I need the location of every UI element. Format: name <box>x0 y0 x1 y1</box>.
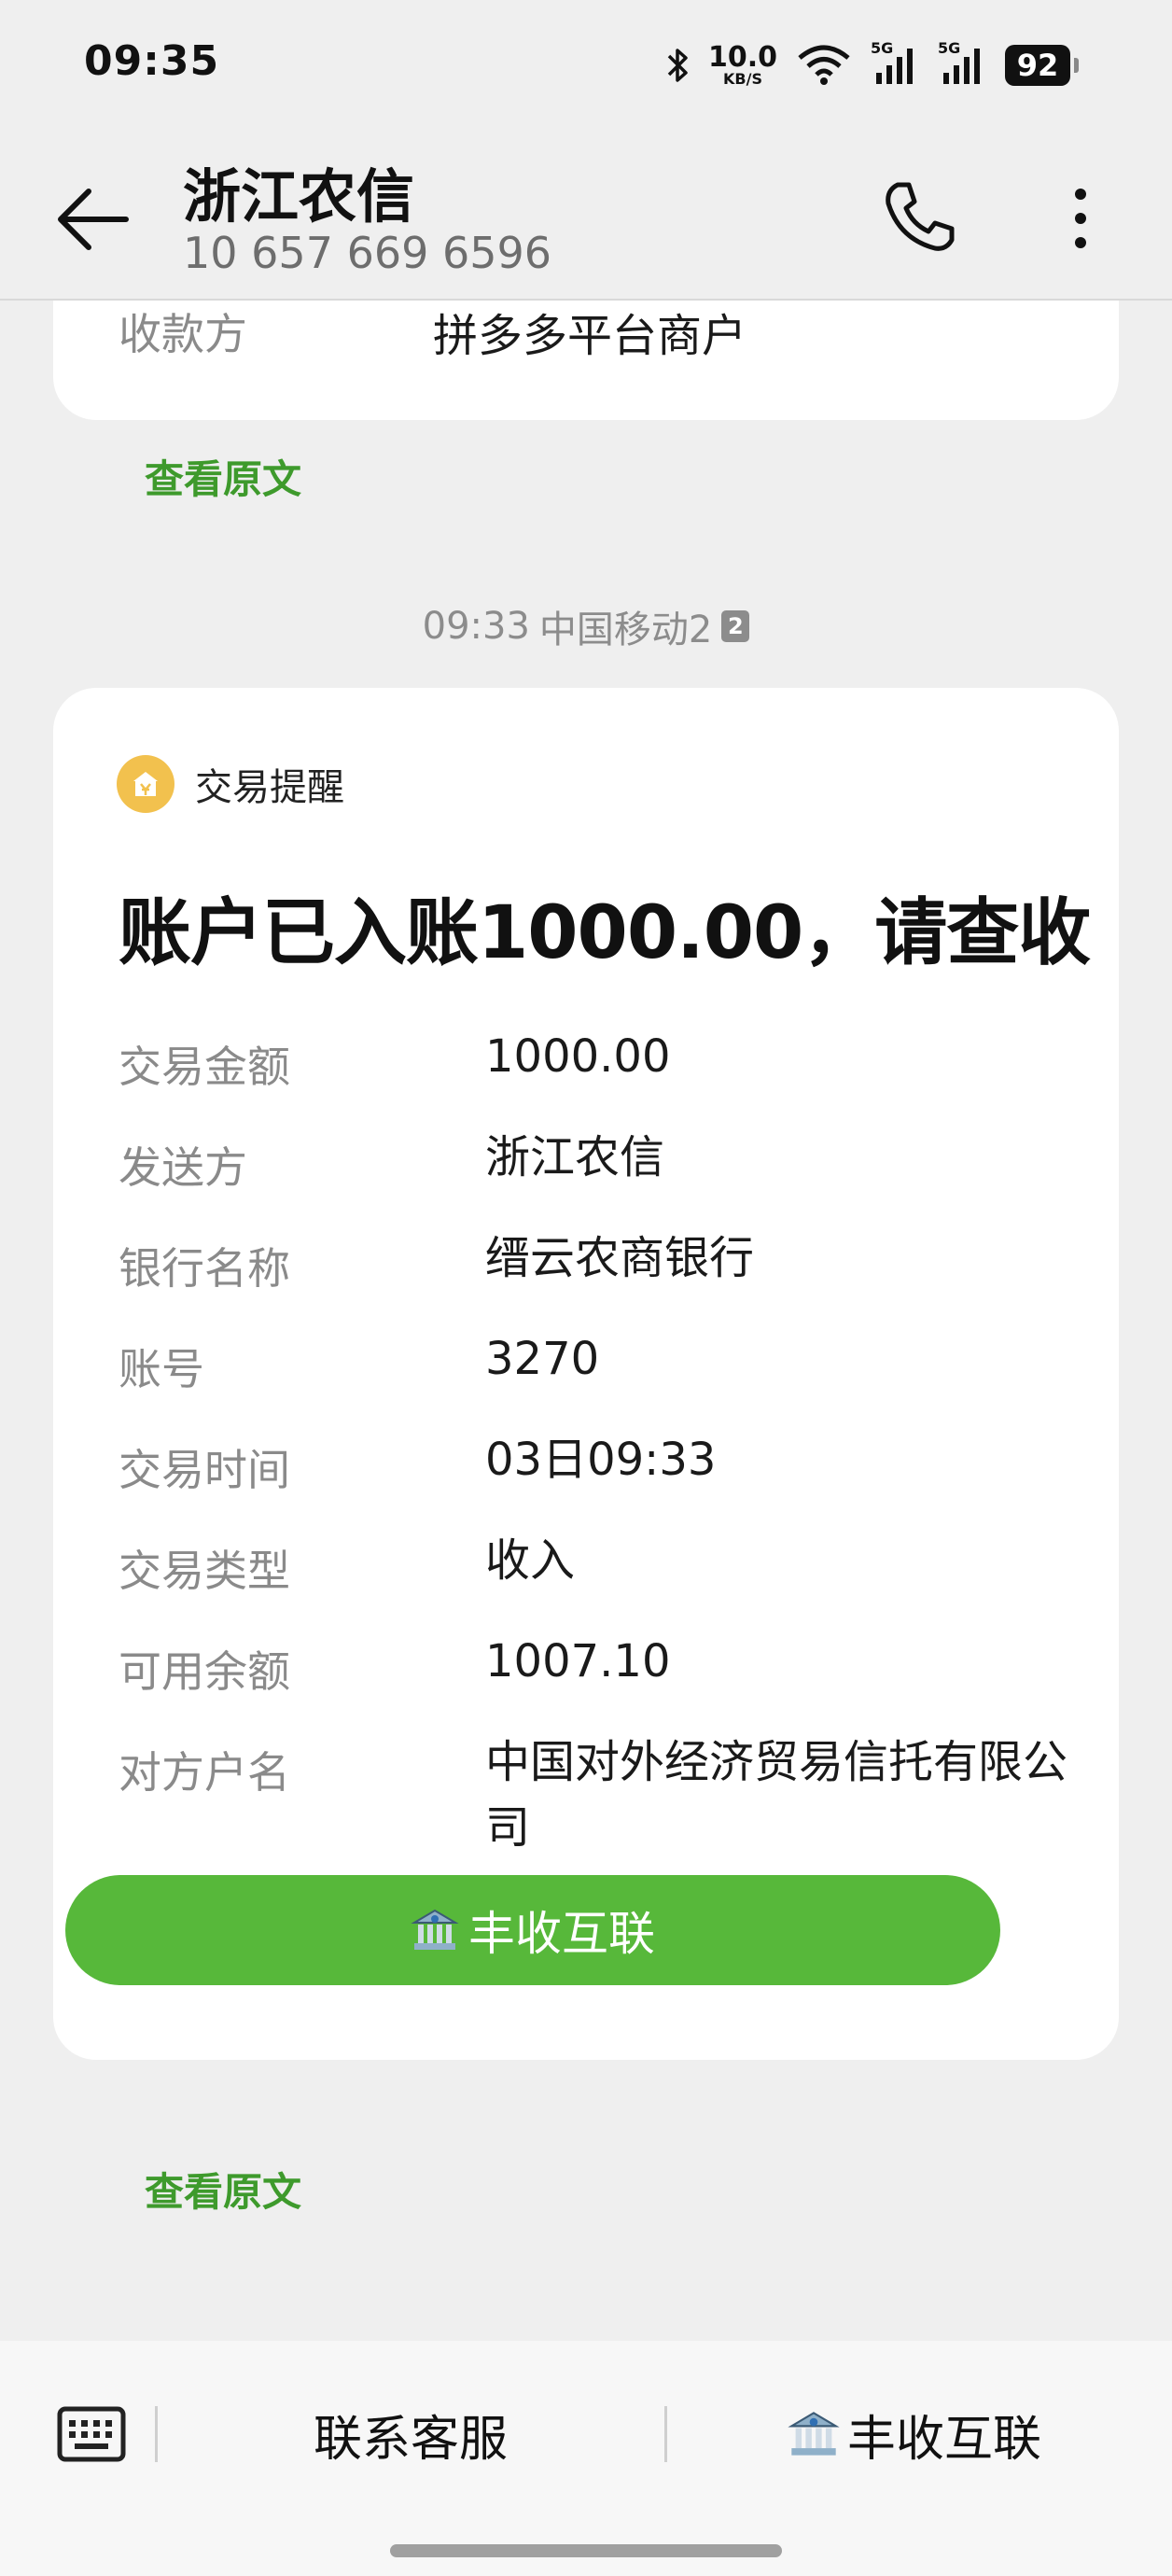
detail-value: 缙云农商银行 <box>485 1232 755 1284</box>
timestamp-carrier: 中国移动2 <box>538 609 713 651</box>
detail-row: 对方户名 中国对外经济贸易信托有限公司 <box>119 1736 1067 1888</box>
network-speed: 10.0 KB/S <box>707 41 777 88</box>
fengshou-action-button[interactable]: 丰收互联 <box>65 1875 1000 1985</box>
signal-2: 5G <box>938 39 986 86</box>
detail-value: 1007.10 <box>485 1635 671 1687</box>
previous-message-card[interactable]: 收款方 拼多多平台商户 <box>53 301 1119 420</box>
detail-row: 交易金额 1000.00 <box>119 1030 1061 1134</box>
detail-row: 发送方 浙江农信 <box>119 1131 1061 1235</box>
contact-number: 10 657 669 6596 <box>183 228 552 278</box>
detail-label: 发送方 <box>119 1142 247 1193</box>
bottom-menu-bar: 联系客服 丰收互联 <box>0 2341 1172 2576</box>
fengshou-menu-button[interactable]: 丰收互联 <box>691 2397 1138 2471</box>
detail-label: 可用余额 <box>119 1646 290 1697</box>
detail-row: 账号 3270 <box>119 1333 1061 1436</box>
view-original-link[interactable]: 查看原文 <box>145 448 301 505</box>
more-vertical-icon <box>1075 189 1086 248</box>
detail-value: 浙江农信 <box>485 1131 665 1183</box>
detail-value: 收入 <box>485 1534 576 1587</box>
divider <box>155 2406 158 2462</box>
fengshou-menu-label: 丰收互联 <box>846 2411 1041 2468</box>
fengshou-action-label: 丰收互联 <box>468 1907 655 1961</box>
contact-name: 浙江农信 <box>183 162 415 231</box>
keyboard-toggle-button[interactable] <box>56 2401 127 2467</box>
conversation-header: 浙江农信 10 657 669 6596 <box>0 131 1172 301</box>
payee-label: 收款方 <box>119 309 247 359</box>
sim-badge: 2 <box>721 610 750 642</box>
detail-row: 银行名称 缙云农商银行 <box>119 1232 1061 1336</box>
detail-label: 对方户名 <box>119 1747 290 1798</box>
message-list[interactable]: 收款方 拼多多平台商户 查看原文 09:33 中国移动2 2 交易提醒 账户已入… <box>0 301 1172 2341</box>
bank-icon <box>788 2412 840 2456</box>
card-type-label: 交易提醒 <box>195 766 344 809</box>
detail-label: 银行名称 <box>119 1243 290 1294</box>
home-indicator[interactable] <box>390 2544 782 2557</box>
bluetooth-icon <box>667 49 688 82</box>
contact-service-button[interactable]: 联系客服 <box>187 2397 635 2471</box>
detail-value: 3270 <box>485 1333 600 1385</box>
contact-service-label: 联系客服 <box>313 2411 508 2468</box>
detail-label: 交易时间 <box>119 1445 290 1495</box>
card-header: 交易提醒 <box>117 755 344 813</box>
status-bar: 09:35 10.0 KB/S 5G 5G 92 <box>0 0 1172 131</box>
detail-row: 交易类型 收入 <box>119 1534 1061 1638</box>
detail-label: 账号 <box>119 1344 204 1394</box>
phone-icon <box>886 182 955 251</box>
transaction-details: 交易金额 1000.00 发送方 浙江农信 银行名称 缙云农商银行 账号 327… <box>119 1030 1067 1888</box>
status-icons: 10.0 KB/S 5G 5G 92 <box>665 37 1079 93</box>
more-options-button[interactable] <box>1054 175 1110 259</box>
card-title: 账户已入账1000.00，请查收 <box>119 891 1091 975</box>
call-button[interactable] <box>877 175 961 259</box>
detail-row: 交易时间 03日09:33 <box>119 1434 1061 1537</box>
detail-value: 03日09:33 <box>485 1434 717 1486</box>
detail-label: 交易类型 <box>119 1546 290 1596</box>
back-arrow-icon <box>58 189 129 250</box>
detail-value: 1000.00 <box>485 1030 671 1083</box>
back-button[interactable] <box>51 177 135 261</box>
divider <box>664 2406 667 2462</box>
detail-value: 中国对外经济贸易信托有限公司 <box>485 1736 1068 1854</box>
keyboard-icon <box>57 2406 126 2462</box>
detail-label: 交易金额 <box>119 1042 290 1092</box>
payee-value: 拼多多平台商户 <box>433 310 747 362</box>
message-timestamp: 09:33 中国移动2 2 <box>0 599 1172 653</box>
bank-icon <box>411 1909 459 1950</box>
signal-1: 5G <box>871 39 919 86</box>
view-original-link[interactable]: 查看原文 <box>145 2161 301 2218</box>
battery-icon: 92 <box>1005 45 1070 86</box>
bank-coin-icon <box>117 755 174 813</box>
wifi-icon <box>798 45 850 85</box>
status-time: 09:35 <box>84 37 220 85</box>
transaction-card[interactable]: 交易提醒 账户已入账1000.00，请查收 交易金额 1000.00 发送方 浙… <box>53 688 1119 2060</box>
detail-row: 可用余额 1007.10 <box>119 1635 1061 1739</box>
battery-tip <box>1074 58 1079 73</box>
timestamp-time: 09:33 <box>422 605 530 648</box>
